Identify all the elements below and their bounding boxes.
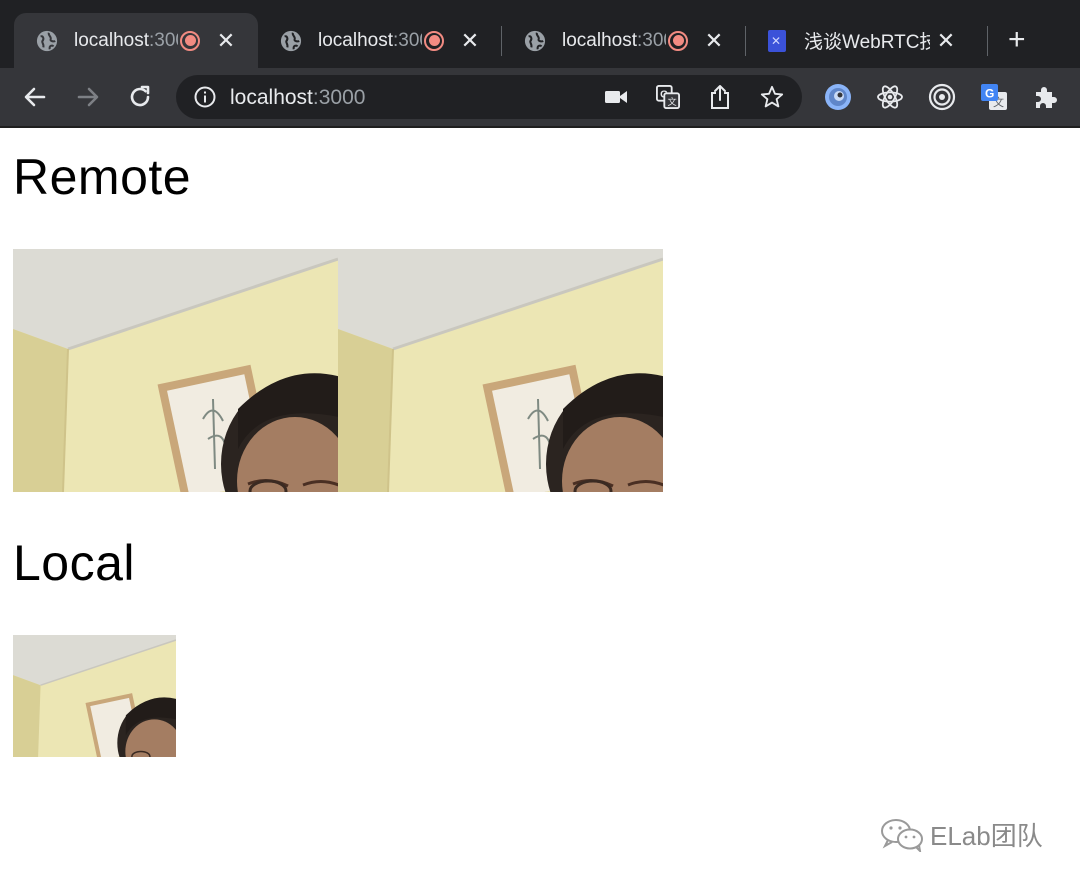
close-tab-icon[interactable]: ✕	[936, 28, 956, 54]
webcam-frame	[13, 635, 176, 757]
remote-video-2[interactable]	[338, 249, 663, 492]
tab-localhost-3[interactable]: localhost:3000 ✕	[502, 13, 746, 68]
wechat-icon	[881, 818, 923, 852]
recording-icon	[180, 30, 200, 51]
reload-icon	[130, 85, 150, 107]
tab-separator	[987, 26, 988, 56]
remote-heading: Remote	[13, 149, 192, 205]
address-bar[interactable]: localhost:3000 G文	[176, 75, 802, 119]
target-extension-icon	[928, 83, 956, 111]
google-translate-icon: 文G	[981, 84, 1007, 110]
star-icon	[760, 85, 784, 108]
translate-icon: G文	[656, 85, 680, 109]
arrow-left-icon	[24, 87, 46, 107]
tab-webrtc-article[interactable]: 浅谈WebRTC技术 ✕	[746, 13, 986, 68]
svg-text:G: G	[985, 87, 994, 101]
tab-title: localhost:3000	[74, 29, 178, 51]
arrow-right-icon	[77, 87, 99, 107]
tab-localhost-1[interactable]: localhost:3000 ✕	[14, 13, 258, 68]
tab-title: localhost:3000	[562, 29, 666, 51]
puzzle-icon	[1036, 87, 1057, 108]
extension-target[interactable]	[928, 83, 956, 111]
forward-button[interactable]	[70, 79, 106, 115]
webcam-frame	[338, 249, 663, 492]
extensions-menu-button[interactable]	[1032, 83, 1060, 111]
info-icon[interactable]	[194, 86, 216, 108]
extension-react-devtools[interactable]	[876, 83, 904, 111]
tab-title: localhost:3000	[318, 29, 422, 51]
recording-icon	[424, 30, 444, 51]
bookmark-button[interactable]	[760, 85, 784, 109]
browser-toolbar: localhost:3000 G文 文G	[0, 68, 1080, 126]
close-tab-icon[interactable]: ✕	[460, 28, 480, 54]
local-video[interactable]	[13, 635, 176, 757]
extension-swirl[interactable]	[824, 83, 852, 111]
local-heading: Local	[13, 535, 136, 591]
toolbar-divider	[0, 126, 1080, 128]
swirl-extension-icon	[825, 84, 851, 110]
react-devtools-icon	[877, 85, 903, 109]
document-favicon-icon	[768, 29, 786, 52]
watermark: ELab团队	[880, 816, 1043, 853]
close-tab-icon[interactable]: ✕	[704, 28, 724, 54]
extension-google-translate[interactable]: 文G	[980, 83, 1008, 111]
close-tab-icon[interactable]: ✕	[216, 28, 236, 54]
watermark-text: ELab团队	[930, 821, 1043, 851]
share-icon	[711, 85, 729, 109]
recording-icon	[668, 30, 688, 51]
camera-in-use-button[interactable]	[604, 85, 628, 109]
tab-localhost-2[interactable]: localhost:3000 ✕	[258, 13, 502, 68]
tab-strip: localhost:3000 ✕ localhost:3000 ✕ localh…	[0, 0, 1080, 68]
globe-icon	[36, 30, 58, 51]
back-button[interactable]	[17, 79, 53, 115]
remote-video-1[interactable]	[13, 249, 338, 492]
new-tab-button[interactable]: +	[1008, 22, 1026, 58]
webcam-frame	[13, 249, 338, 492]
camera-icon	[605, 91, 627, 103]
url-text[interactable]: localhost:3000	[230, 86, 365, 110]
globe-icon	[280, 30, 302, 51]
svg-text:文: 文	[668, 96, 677, 108]
share-button[interactable]	[708, 85, 732, 109]
tab-title: 浅谈WebRTC技术	[804, 32, 930, 53]
globe-icon	[524, 30, 546, 51]
translate-button[interactable]: G文	[656, 85, 680, 109]
reload-button[interactable]	[122, 79, 158, 115]
